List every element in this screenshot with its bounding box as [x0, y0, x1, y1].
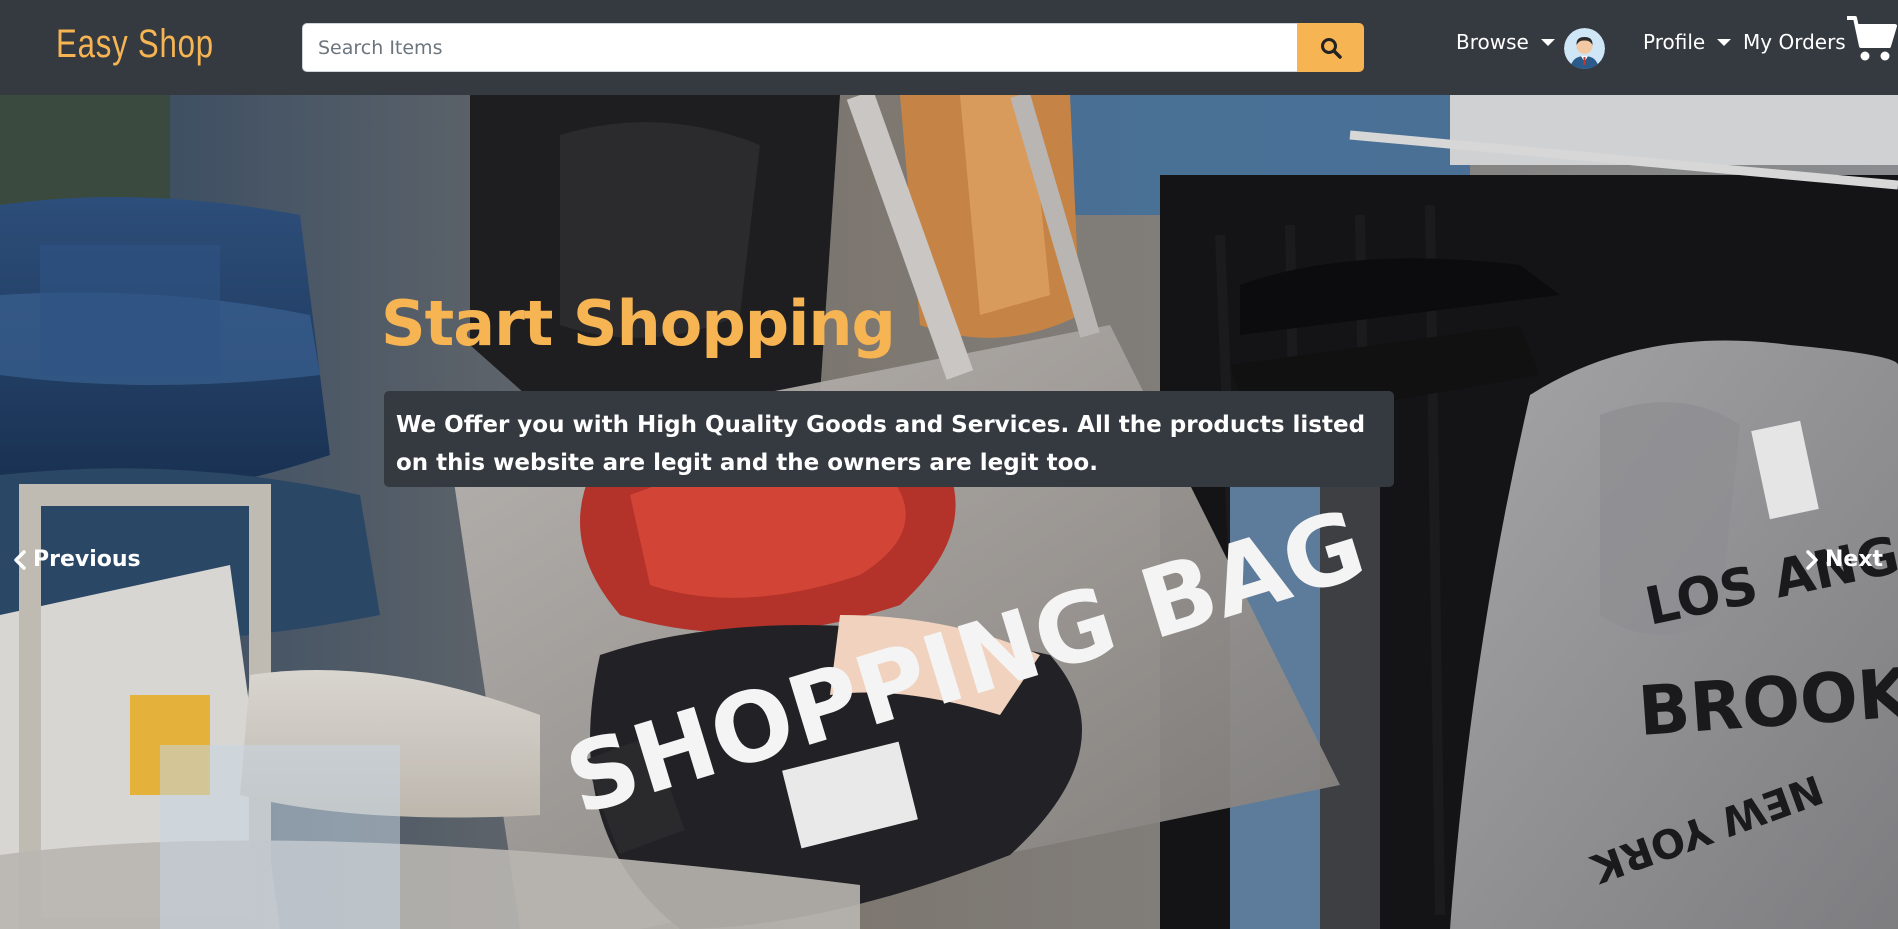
brand-logo[interactable]: Easy Shop: [56, 22, 214, 67]
hero-carousel: LOS ANGELES BROOKLYN NEW YORK SHOPPING B…: [0, 95, 1898, 929]
chevron-left-icon: [14, 549, 26, 570]
carousel-next-control[interactable]: Next: [1805, 547, 1883, 572]
chevron-down-icon: [1540, 38, 1555, 46]
next-label: Next: [1825, 547, 1884, 572]
chevron-right-icon: [1806, 549, 1818, 570]
search-icon: [1320, 37, 1342, 59]
browse-dropdown[interactable]: Browse: [1456, 30, 1555, 54]
user-avatar-icon[interactable]: [1564, 28, 1605, 69]
profile-dropdown[interactable]: Profile: [1643, 30, 1732, 54]
browse-label: Browse: [1456, 30, 1529, 54]
top-navbar: Easy Shop Browse Profile My Orders: [0, 0, 1898, 95]
hero-background-image: LOS ANGELES BROOKLYN NEW YORK SHOPPING B…: [0, 95, 1898, 929]
profile-label: Profile: [1643, 30, 1706, 54]
previous-label: Previous: [33, 547, 141, 572]
hero-description: We Offer you with High Quality Goods and…: [384, 391, 1394, 487]
my-orders-link[interactable]: My Orders: [1743, 30, 1846, 54]
search-button[interactable]: [1297, 23, 1364, 72]
chevron-down-icon: [1717, 38, 1732, 46]
carousel-previous-control[interactable]: Previous: [13, 547, 141, 572]
search-input[interactable]: [302, 23, 1297, 72]
search-form: [302, 23, 1364, 72]
my-orders-label: My Orders: [1743, 30, 1846, 54]
shopping-cart-icon[interactable]: [1845, 14, 1898, 64]
hero-title: Start Shopping: [381, 287, 896, 360]
